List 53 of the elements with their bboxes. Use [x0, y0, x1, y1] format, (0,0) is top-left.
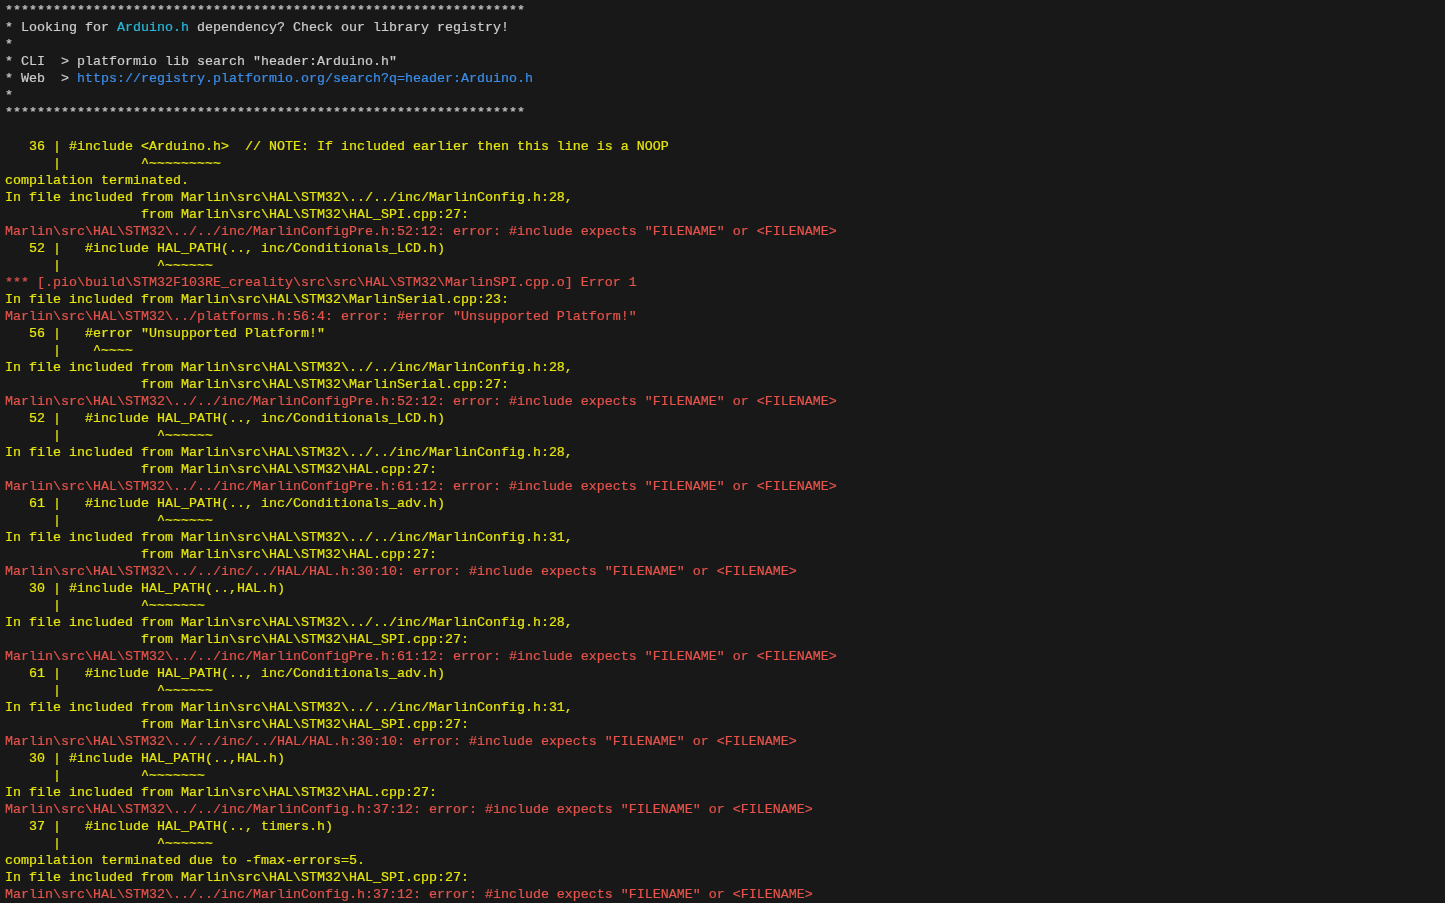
terminal-text: * Web > — [5, 71, 70, 86]
terminal-line: 30 | #include HAL_PATH(..,HAL.h) — [28, 580, 285, 597]
terminal-line: In file included from Marlin\src\HAL\STM32\../../inc/MarlinConfig.h:28, — [5, 189, 573, 206]
terminal-line: Marlin\src\HAL\STM32\../../inc/MarlinConfigPre.h:61:12: error: #include expects "FILENAME" or <FILENAME> — [5, 648, 837, 665]
terminal-line: * Looking for Arduino.h dependency? Check our library registry! — [5, 19, 509, 36]
terminal-line: * — [5, 36, 13, 53]
terminal-line: 52 | #include HAL_PATH(.., inc/Conditionals_LCD.h) — [28, 410, 445, 427]
terminal-line: compilation terminated due to -fmax-errors=5. — [5, 852, 365, 869]
terminal-line: In file included from Marlin\src\HAL\STM32\../../inc/MarlinConfig.h:28, — [5, 614, 573, 631]
terminal-line: | ^~~~~~~ — [52, 257, 213, 274]
terminal-line: 61 | #include HAL_PATH(.., inc/Conditionals_adv.h) — [28, 665, 445, 682]
terminal-line: Marlin\src\HAL\STM32\../../inc/../HAL/HAL.h:30:10: error: #include expects "FILENAME" or <FILENAME> — [5, 733, 797, 750]
terminal-line: In file included from Marlin\src\HAL\STM32\../../inc/MarlinConfig.h:31, — [5, 529, 573, 546]
terminal-line: from Marlin\src\HAL\STM32\HAL.cpp:27: — [139, 461, 437, 478]
terminal-line: | ^~~~~ — [52, 342, 133, 359]
terminal-line: * CLI > platformio lib search "header:Arduino.h" — [5, 53, 397, 70]
terminal-line: Marlin\src\HAL\STM32\../../inc/MarlinConfig.h:37:12: error: #include expects "FILENAME" or <FILENAME> — [5, 886, 813, 903]
terminal-line: from Marlin\src\HAL\STM32\HAL_SPI.cpp:27: — [139, 631, 469, 648]
terminal-line: | ^~~~~~~~~~ — [52, 155, 221, 172]
terminal-line: from Marlin\src\HAL\STM32\MarlinSerial.cpp:27: — [139, 376, 509, 393]
terminal-line: | ^~~~~~~ — [52, 682, 213, 699]
terminal-line: * — [5, 87, 13, 104]
terminal-line: *** [.pio\build\STM32F103RE_creality\src\src\HAL\STM32\MarlinSPI.cpp.o] Error 1 — [5, 274, 637, 291]
terminal-line: ***************************************************************** — [5, 104, 525, 121]
terminal-line: | ^~~~~~~~ — [52, 767, 205, 784]
terminal-line: In file included from Marlin\src\HAL\STM32\HAL_SPI.cpp:27: — [5, 869, 469, 886]
terminal-line: In file included from Marlin\src\HAL\STM32\HAL.cpp:27: — [5, 784, 437, 801]
terminal-line: Marlin\src\HAL\STM32\../../inc/MarlinConfigPre.h:52:12: error: #include expects "FILENAME" or <FILENAME> — [5, 393, 837, 410]
terminal-line: from Marlin\src\HAL\STM32\HAL.cpp:27: — [139, 546, 437, 563]
terminal-line: 52 | #include HAL_PATH(.., inc/Conditionals_LCD.h) — [28, 240, 445, 257]
terminal-line: 37 | #include HAL_PATH(.., timers.h) — [28, 818, 333, 835]
terminal-line: | ^~~~~~~ — [52, 835, 213, 852]
terminal-line: 56 | #error "Unsupported Platform!" — [28, 325, 325, 342]
terminal-line: | ^~~~~~~~ — [52, 597, 205, 614]
terminal-line: ***************************************************************** — [5, 2, 525, 19]
terminal-line: compilation terminated. — [5, 172, 189, 189]
terminal-line: In file included from Marlin\src\HAL\STM32\../../inc/MarlinConfig.h:31, — [5, 699, 573, 716]
terminal-line: In file included from Marlin\src\HAL\STM32\MarlinSerial.cpp:23: — [5, 291, 509, 308]
terminal-line: 30 | #include HAL_PATH(..,HAL.h) — [28, 750, 285, 767]
terminal-line: Marlin\src\HAL\STM32\../../inc/../HAL/HAL.h:30:10: error: #include expects "FILENAME" or <FILENAME> — [5, 563, 797, 580]
terminal-line: Marlin\src\HAL\STM32\../platforms.h:56:4: error: #error "Unsupported Platform!" — [5, 308, 637, 325]
terminal-line: | ^~~~~~~ — [52, 427, 213, 444]
terminal-line: Marlin\src\HAL\STM32\../../inc/MarlinConfig.h:37:12: error: #include expects "FILENAME" or <FILENAME> — [5, 801, 813, 818]
terminal-line: from Marlin\src\HAL\STM32\HAL_SPI.cpp:27: — [139, 206, 469, 223]
terminal-line: 36 | #include <Arduino.h> // NOTE: If included earlier then this line is a NOOP — [28, 138, 669, 155]
terminal-line: from Marlin\src\HAL\STM32\HAL_SPI.cpp:27: — [139, 716, 469, 733]
terminal-line: Marlin\src\HAL\STM32\../../inc/MarlinConfigPre.h:52:12: error: #include expects "FILENAME" or <FILENAME> — [5, 223, 837, 240]
terminal-line: In file included from Marlin\src\HAL\STM32\../../inc/MarlinConfig.h:28, — [5, 359, 573, 376]
terminal-line: 61 | #include HAL_PATH(.., inc/Conditionals_adv.h) — [28, 495, 445, 512]
url-link[interactable]: https://registry.platformio.org/search?q=header:Arduino.h — [77, 71, 533, 86]
terminal-line: In file included from Marlin\src\HAL\STM32\../../inc/MarlinConfig.h:28, — [5, 444, 573, 461]
terminal-line: | ^~~~~~~ — [52, 512, 213, 529]
terminal-line: Marlin\src\HAL\STM32\../../inc/MarlinConfigPre.h:61:12: error: #include expects "FILENAME" or <FILENAME> — [5, 478, 837, 495]
